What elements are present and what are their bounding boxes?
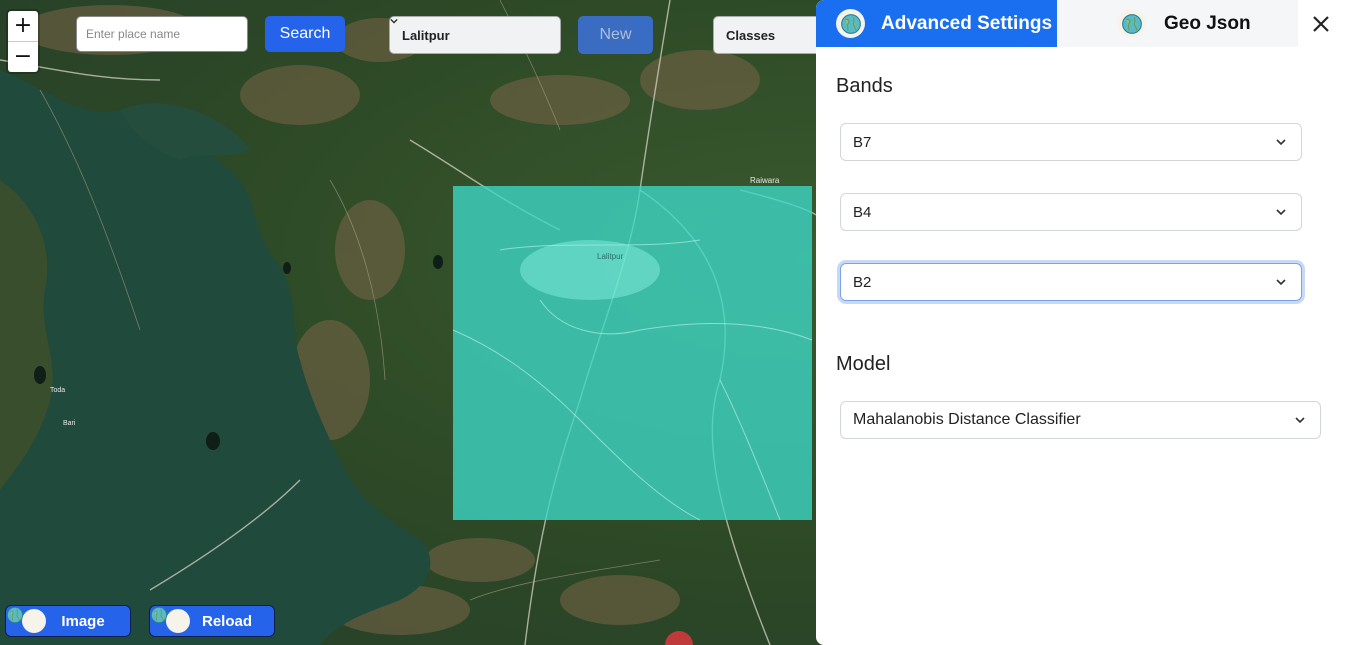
label-bari: Bari	[63, 420, 76, 427]
city-select[interactable]: Lalitpur	[389, 16, 561, 54]
tab-label: Geo Json	[1164, 12, 1251, 34]
band-select-value: B2	[853, 273, 872, 291]
place-search-input[interactable]	[76, 16, 248, 52]
close-button[interactable]	[1306, 10, 1336, 38]
band-select-value: B7	[853, 133, 872, 151]
reload-button[interactable]: Reload	[149, 605, 275, 637]
bands-title: Bands	[836, 75, 893, 97]
model-select-value: Mahalanobis Distance Classifier	[853, 411, 1081, 428]
search-button[interactable]: Search	[265, 16, 345, 52]
chevron-down-icon	[1276, 209, 1286, 216]
tab-advanced-settings[interactable]: Advanced Settings	[816, 0, 1057, 47]
reload-button-label: Reload	[201, 612, 252, 630]
band-select-1[interactable]: B7	[840, 123, 1302, 161]
globe-icon	[1117, 9, 1146, 38]
chevron-down-icon	[390, 18, 398, 24]
chevron-down-icon	[1295, 417, 1305, 424]
label-raiwara: Raiwara	[750, 176, 780, 185]
globe-icon	[150, 606, 190, 633]
city-select-value: Lalitpur	[402, 27, 450, 43]
globe-icon	[836, 9, 865, 38]
chevron-down-icon	[1276, 139, 1286, 146]
band-select-3[interactable]: B2	[840, 263, 1302, 301]
image-button[interactable]: Image	[5, 605, 131, 637]
label-toda: Toda	[50, 387, 65, 394]
zoom-control: + −	[8, 11, 38, 72]
image-button-label: Image	[61, 612, 105, 630]
globe-icon	[6, 606, 46, 633]
band-select-value: B4	[853, 203, 872, 221]
classes-select[interactable]: Classes	[713, 16, 833, 54]
model-select[interactable]: Mahalanobis Distance Classifier	[840, 401, 1321, 439]
chevron-down-icon	[1276, 279, 1286, 286]
classes-select-value: Classes	[726, 27, 776, 43]
label-town: Lalitpur	[597, 252, 624, 261]
tab-label: Advanced Settings	[881, 12, 1053, 34]
close-icon	[1313, 16, 1329, 32]
selection-overlay	[453, 186, 812, 520]
zoom-out-button[interactable]: −	[8, 41, 38, 72]
new-button[interactable]: New	[578, 16, 653, 54]
settings-panel: Advanced Settings Geo Json Bands B7 B4 B…	[816, 0, 1346, 645]
zoom-in-button[interactable]: +	[8, 11, 38, 41]
model-title: Model	[836, 353, 891, 375]
tab-geo-json[interactable]: Geo Json	[1057, 0, 1298, 47]
band-select-2[interactable]: B4	[840, 193, 1302, 231]
